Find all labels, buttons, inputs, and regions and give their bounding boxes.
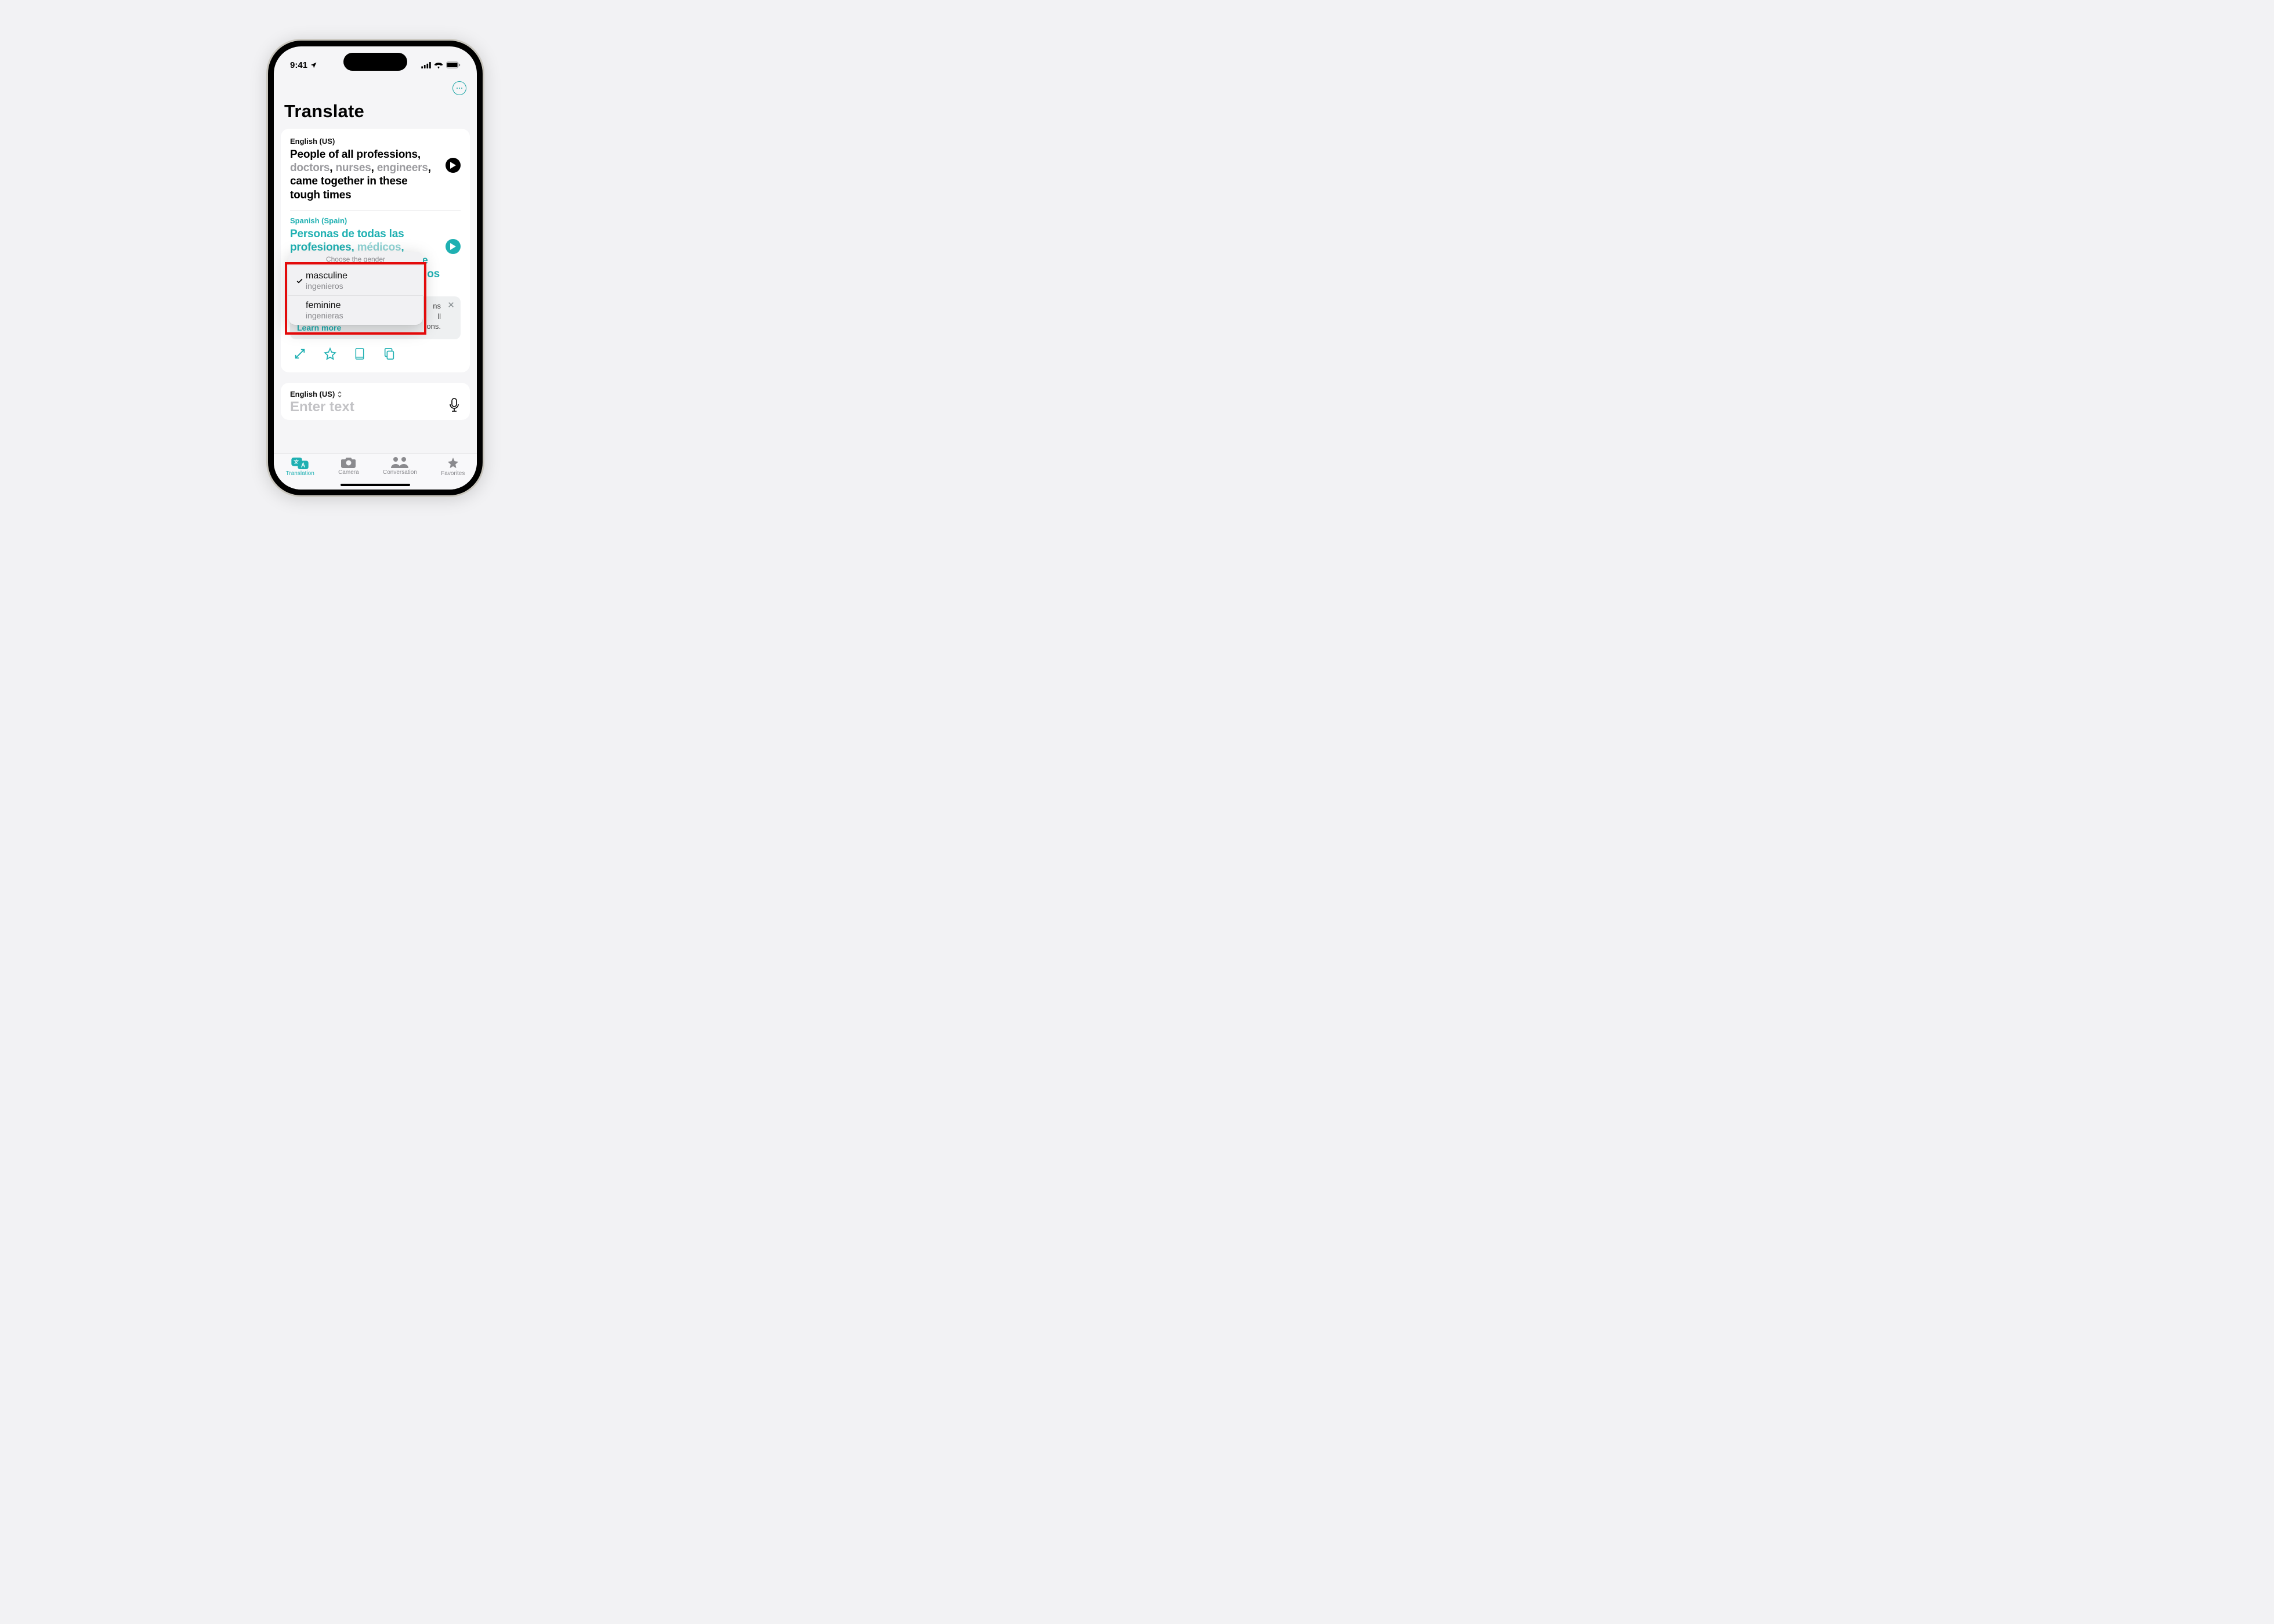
status-left: 9:41 bbox=[290, 60, 317, 70]
translation-card: English (US) People of all professions, … bbox=[281, 129, 470, 372]
battery-icon bbox=[446, 61, 461, 68]
title-row: Translate bbox=[274, 101, 477, 129]
input-placeholder: Enter text bbox=[290, 399, 354, 415]
popover-header: Choose the gender bbox=[288, 252, 423, 266]
chevron-updown-icon bbox=[337, 391, 342, 398]
tab-label: Favorites bbox=[441, 470, 465, 477]
play-icon bbox=[450, 243, 456, 250]
phone-device: 9:41 Translate English (US) People of al… bbox=[266, 39, 484, 497]
page-title: Translate bbox=[284, 101, 466, 122]
more-button[interactable] bbox=[452, 81, 466, 95]
gender-option-masculine[interactable]: masculine ingenieros bbox=[288, 266, 423, 295]
gender-option-feminine[interactable]: feminine ingenieras bbox=[288, 295, 423, 325]
input-card[interactable]: English (US) Enter text bbox=[281, 383, 470, 420]
action-row bbox=[290, 339, 461, 364]
gender-option-subtitle: ingenieros bbox=[306, 281, 347, 291]
gender-option-title: masculine bbox=[306, 271, 347, 281]
home-indicator[interactable] bbox=[341, 484, 410, 486]
tab-label: Conversation bbox=[383, 469, 417, 476]
card-divider bbox=[290, 210, 461, 211]
star-icon bbox=[324, 347, 336, 360]
camera-tab-icon bbox=[341, 456, 356, 468]
copy-icon bbox=[383, 347, 396, 360]
microphone-icon bbox=[449, 398, 459, 412]
copy-button[interactable] bbox=[383, 347, 396, 363]
gender-option-subtitle: ingenieras bbox=[306, 311, 343, 320]
microphone-button[interactable] bbox=[449, 398, 459, 415]
play-source-button[interactable] bbox=[446, 158, 461, 173]
dictionary-button[interactable] bbox=[354, 347, 365, 363]
target-language-label: Spanish (Spain) bbox=[290, 216, 461, 225]
favorites-tab-icon bbox=[447, 456, 459, 469]
screen: 9:41 Translate English (US) People of al… bbox=[274, 46, 477, 490]
close-icon bbox=[447, 301, 455, 309]
book-icon bbox=[354, 347, 365, 360]
play-icon bbox=[450, 162, 456, 169]
tab-label: Translation bbox=[286, 470, 314, 477]
info-close-button[interactable] bbox=[447, 301, 455, 311]
tab-label: Camera bbox=[338, 469, 359, 476]
info-partial-text: ns ll ions. bbox=[425, 301, 441, 332]
gender-option-title: feminine bbox=[306, 300, 343, 311]
wifi-icon bbox=[434, 61, 443, 68]
tab-translation[interactable]: Translation bbox=[286, 456, 314, 490]
location-icon bbox=[310, 61, 317, 69]
favorite-button[interactable] bbox=[324, 347, 336, 363]
input-language-selector[interactable]: English (US) bbox=[290, 390, 461, 398]
source-language-label: English (US) bbox=[290, 137, 461, 146]
source-text[interactable]: People of all professions, doctors, nurs… bbox=[290, 148, 461, 202]
gender-popover: Choose the gender masculine ingenieros f… bbox=[288, 252, 423, 325]
play-target-button[interactable] bbox=[446, 239, 461, 254]
conversation-tab-icon bbox=[391, 456, 408, 468]
cellular-icon bbox=[421, 62, 431, 68]
dynamic-island bbox=[343, 53, 407, 71]
translation-tab-icon bbox=[291, 456, 309, 469]
status-right bbox=[421, 61, 461, 68]
status-time: 9:41 bbox=[290, 60, 307, 70]
tab-favorites[interactable]: Favorites bbox=[441, 456, 465, 490]
nav-row bbox=[274, 75, 477, 101]
expand-button[interactable] bbox=[294, 347, 306, 363]
expand-icon bbox=[294, 347, 306, 360]
checkmark-icon bbox=[296, 277, 303, 285]
